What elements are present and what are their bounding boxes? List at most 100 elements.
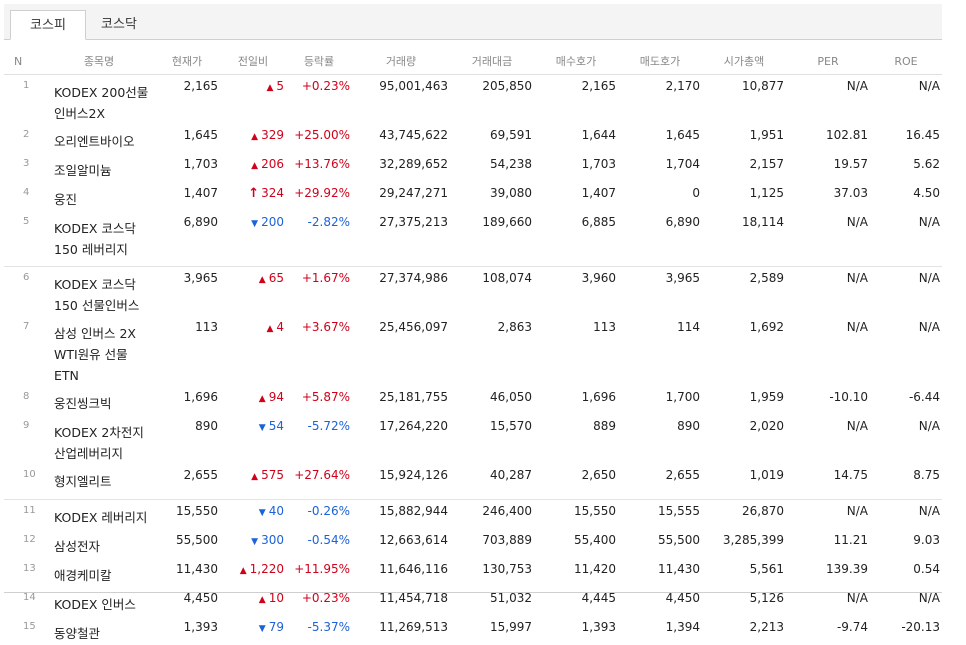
row-number: 2 — [4, 124, 44, 153]
bid-cell: 1,393 — [534, 616, 618, 645]
col-header-amount: 거래대금 — [450, 48, 534, 75]
amount-cell: 15,570 — [450, 415, 534, 464]
stock-name-link[interactable]: 삼성 인버스 2X WTI원유 선물 ETN — [44, 316, 154, 386]
col-header-roe: ROE — [870, 48, 942, 75]
stock-name-link[interactable]: KODEX 코스닥150 선물인버스 — [44, 267, 154, 316]
up-triangle-icon: ▲ — [259, 275, 266, 285]
stock-name-link[interactable]: KODEX 2차전지산업레버리지 — [44, 415, 154, 464]
per-cell: 139.39 — [786, 558, 870, 587]
price-cell: 1,696 — [154, 386, 220, 415]
row-number: 12 — [4, 529, 44, 558]
stock-name-link[interactable]: 삼성전자 — [44, 529, 154, 558]
stock-name-link[interactable]: 동양철관 — [44, 616, 154, 645]
stock-name-link[interactable]: KODEX 레버리지 — [44, 500, 154, 529]
amount-cell: 246,400 — [450, 500, 534, 529]
price-cell: 1,393 — [154, 616, 220, 645]
change-cell: ▲65 — [220, 267, 286, 316]
change-cell: ▲575 — [220, 464, 286, 493]
row-number: 11 — [4, 500, 44, 529]
rate-cell: +11.95% — [286, 558, 352, 587]
bid-cell: 1,644 — [534, 124, 618, 153]
amount-cell: 39,080 — [450, 182, 534, 211]
stock-name-link[interactable]: KODEX 코스닥150 레버리지 — [44, 211, 154, 260]
col-header-change: 전일비 — [220, 48, 286, 75]
rate-cell: -2.82% — [286, 211, 352, 260]
volume-cell: 95,001,463 — [352, 75, 450, 125]
amount-cell: 54,238 — [450, 153, 534, 182]
market-cap-cell: 2,213 — [702, 616, 786, 645]
bid-cell: 6,885 — [534, 211, 618, 260]
change-value: 65 — [269, 271, 284, 285]
up-triangle-icon: ▲ — [266, 324, 273, 334]
rate-cell: +25.00% — [286, 124, 352, 153]
table-row: 12삼성전자55,500▼300-0.54%12,663,614703,8895… — [4, 529, 942, 558]
up-triangle-icon: ▲ — [266, 83, 273, 93]
amount-cell: 69,591 — [450, 124, 534, 153]
tab-kospi[interactable]: 코스피 — [10, 10, 86, 40]
change-cell: ▲4 — [220, 316, 286, 386]
volume-cell: 15,924,126 — [352, 464, 450, 493]
roe-cell: 5.62 — [870, 153, 942, 182]
amount-cell: 15,997 — [450, 616, 534, 645]
volume-cell: 27,375,213 — [352, 211, 450, 260]
roe-cell: N/A — [870, 500, 942, 529]
bid-cell: 2,650 — [534, 464, 618, 493]
per-cell: 14.75 — [786, 464, 870, 493]
stock-name-link[interactable]: 형지엘리트 — [44, 464, 154, 493]
col-header-price: 현재가 — [154, 48, 220, 75]
rate-cell: -0.26% — [286, 500, 352, 529]
volume-cell: 25,181,755 — [352, 386, 450, 415]
tab-kosdaq[interactable]: 코스닥 — [86, 10, 152, 40]
ask-cell: 1,394 — [618, 616, 702, 645]
stock-name-link[interactable]: 애경케미칼 — [44, 558, 154, 587]
volume-cell: 29,247,271 — [352, 182, 450, 211]
roe-cell: 4.50 — [870, 182, 942, 211]
roe-cell: -20.13 — [870, 616, 942, 645]
stock-name-link[interactable]: 조일알미늄 — [44, 153, 154, 182]
table-header: N 종목명 현재가 전일비 등락률 거래량 거래대금 매수호가 매도호가 시가총… — [4, 48, 942, 75]
bid-cell: 15,550 — [534, 500, 618, 529]
change-value: 79 — [269, 620, 284, 634]
amount-cell: 189,660 — [450, 211, 534, 260]
price-cell: 6,890 — [154, 211, 220, 260]
col-header-name: 종목명 — [44, 48, 154, 75]
rate-cell: +29.92% — [286, 182, 352, 211]
price-cell: 15,550 — [154, 500, 220, 529]
stock-name-link[interactable]: KODEX 200선물인버스2X — [44, 75, 154, 125]
up-triangle-icon: ▲ — [259, 394, 266, 404]
volume-cell: 17,264,220 — [352, 415, 450, 464]
table-row: 4웅진1,407↑324+29.92%29,247,27139,0801,407… — [4, 182, 942, 211]
amount-cell: 2,863 — [450, 316, 534, 386]
rate-cell: +0.23% — [286, 75, 352, 125]
stock-name-link[interactable]: 오리엔트바이오 — [44, 124, 154, 153]
change-cell: ▼300 — [220, 529, 286, 558]
ask-cell: 2,170 — [618, 75, 702, 125]
roe-cell: -6.44 — [870, 386, 942, 415]
volume-cell: 25,456,097 — [352, 316, 450, 386]
price-cell: 3,965 — [154, 267, 220, 316]
table-body: 1KODEX 200선물인버스2X2,165▲5+0.23%95,001,463… — [4, 75, 942, 645]
price-cell: 1,407 — [154, 182, 220, 211]
price-cell: 11,430 — [154, 558, 220, 587]
market-cap-cell: 1,019 — [702, 464, 786, 493]
up-triangle-icon: ▲ — [251, 472, 258, 482]
per-cell: 19.57 — [786, 153, 870, 182]
row-number: 9 — [4, 415, 44, 464]
table-row: 3조일알미늄1,703▲206+13.76%32,289,65254,2381,… — [4, 153, 942, 182]
price-cell: 113 — [154, 316, 220, 386]
stock-name-link[interactable]: 웅진 — [44, 182, 154, 211]
ask-cell: 2,655 — [618, 464, 702, 493]
per-cell: N/A — [786, 500, 870, 529]
roe-cell: N/A — [870, 267, 942, 316]
rate-cell: +1.67% — [286, 267, 352, 316]
col-header-volume: 거래량 — [352, 48, 450, 75]
market-cap-cell: 3,285,399 — [702, 529, 786, 558]
change-cell: ▼54 — [220, 415, 286, 464]
change-cell: ▲1,220 — [220, 558, 286, 587]
up-triangle-icon: ▲ — [240, 566, 247, 576]
up-triangle-icon: ▲ — [251, 161, 258, 171]
col-header-bid: 매수호가 — [534, 48, 618, 75]
price-cell: 1,703 — [154, 153, 220, 182]
stock-name-link[interactable]: 웅진씽크빅 — [44, 386, 154, 415]
change-value: 4 — [276, 320, 284, 334]
